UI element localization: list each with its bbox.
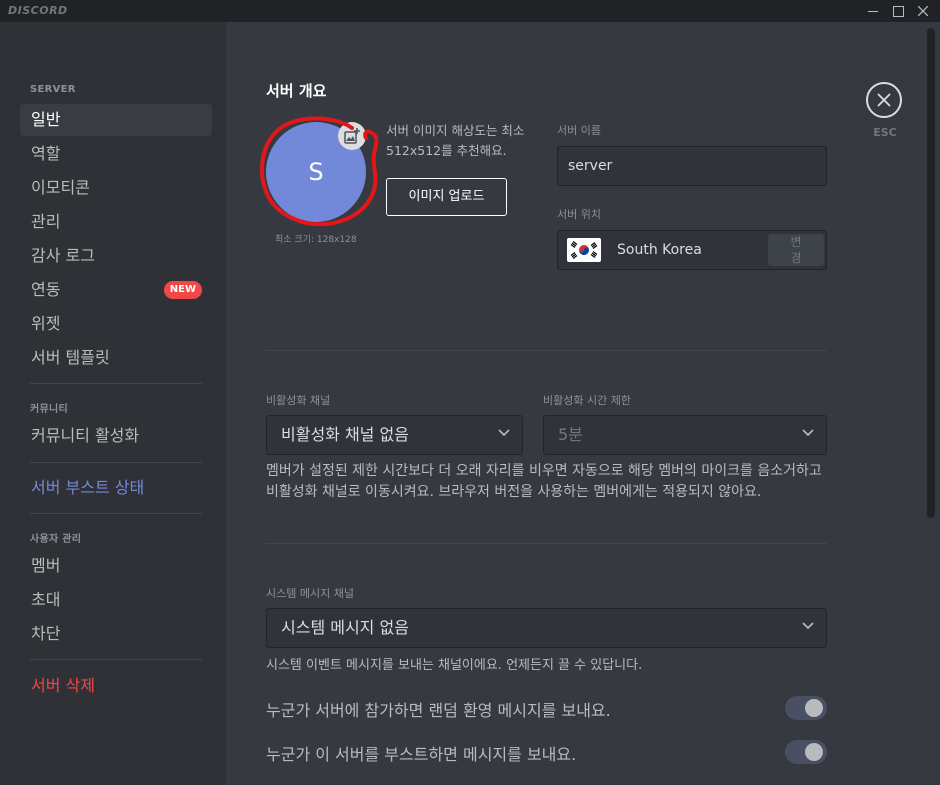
sidebar-item-server-boost-status[interactable]: 서버 부스트 상태 xyxy=(20,472,212,504)
server-region-label: 서버 위치 xyxy=(557,208,601,221)
sidebar-item-emoji[interactable]: 이모티콘 xyxy=(20,172,212,204)
sidebar-divider xyxy=(30,462,202,463)
sidebar-item-label: 일반 xyxy=(31,110,61,129)
upload-image-button[interactable]: 이미지 업로드 xyxy=(386,178,507,216)
server-name-label: 서버 이름 xyxy=(557,124,601,137)
sidebar-item-widget[interactable]: 위젯 xyxy=(20,308,212,340)
close-icon xyxy=(918,6,928,16)
settings-sidebar: SERVER 일반 역할 이모티콘 관리 감사 로그 연동 NEW 위젯 서버 … xyxy=(0,22,226,785)
sidebar-item-label: 감사 로그 xyxy=(31,246,95,265)
red-circle-annotation xyxy=(260,116,379,227)
region-name: South Korea xyxy=(617,242,702,258)
change-region-button[interactable]: 변경 xyxy=(768,234,824,266)
title-bar: DISCORD xyxy=(0,0,940,22)
afk-timeout-label: 비활성화 시간 제한 xyxy=(543,394,631,407)
chevron-down-icon xyxy=(802,429,814,437)
sidebar-item-label: 서버 삭제 xyxy=(31,676,95,695)
minimize-button[interactable] xyxy=(862,0,884,22)
chevron-down-icon xyxy=(498,429,510,437)
sidebar-divider xyxy=(30,383,202,384)
server-name-input[interactable]: server xyxy=(557,146,827,186)
south-korea-flag-icon xyxy=(567,238,601,262)
section-divider xyxy=(266,350,827,351)
toggle-knob xyxy=(805,743,823,761)
afk-timeout-select[interactable]: 5분 xyxy=(543,415,827,455)
afk-channel-value: 비활성화 채널 없음 xyxy=(281,425,409,444)
sidebar-item-roles[interactable]: 역할 xyxy=(20,138,212,170)
sidebar-item-label: 차단 xyxy=(31,624,61,643)
sidebar-item-delete-server[interactable]: 서버 삭제 xyxy=(20,670,212,702)
afk-channel-label: 비활성화 채널 xyxy=(266,394,331,407)
welcome-message-toggle[interactable] xyxy=(785,696,827,720)
maximize-button[interactable] xyxy=(887,0,909,22)
sidebar-header-user-management: 사용자 관리 xyxy=(30,534,82,545)
sidebar-item-label: 역할 xyxy=(31,144,61,163)
boost-message-toggle-label: 누군가 이 서버를 부스트하면 메시지를 보내요. xyxy=(266,745,577,764)
esc-label: ESC xyxy=(873,126,897,139)
system-channel-select[interactable]: 시스템 메시지 없음 xyxy=(266,608,827,648)
sidebar-item-label: 서버 템플릿 xyxy=(31,348,110,367)
sidebar-item-label: 연동 xyxy=(31,280,61,299)
sidebar-item-label: 멤버 xyxy=(31,556,61,575)
system-channel-description: 시스템 이벤트 메시지를 보내는 채널이에요. 언제든지 끌 수 있답니다. xyxy=(266,658,643,673)
sidebar-item-invites[interactable]: 초대 xyxy=(20,584,212,616)
sidebar-header-community: 커뮤니티 xyxy=(30,404,68,415)
sidebar-item-label: 서버 부스트 상태 xyxy=(31,478,145,497)
sidebar-item-label: 커뮤니티 활성화 xyxy=(31,426,140,445)
image-hint: 서버 이미지 해상도는 최소 512x512를 추천해요. xyxy=(386,123,525,158)
sidebar-item-general[interactable]: 일반 xyxy=(20,104,212,136)
boost-message-toggle[interactable] xyxy=(785,740,827,764)
scrollbar[interactable] xyxy=(925,22,935,785)
sidebar-header-server: SERVER xyxy=(30,84,76,95)
sidebar-item-audit-log[interactable]: 감사 로그 xyxy=(20,240,212,272)
sidebar-item-label: 초대 xyxy=(31,590,61,609)
sidebar-item-bans[interactable]: 차단 xyxy=(20,618,212,650)
chevron-down-icon xyxy=(802,622,814,630)
afk-timeout-value: 5분 xyxy=(558,425,583,444)
new-badge: NEW xyxy=(163,281,202,299)
sidebar-item-label: 관리 xyxy=(31,212,61,231)
sidebar-divider xyxy=(30,659,202,660)
avatar-min-size: 최소 크기: 128x128 xyxy=(275,235,357,245)
toggle-knob xyxy=(805,699,823,717)
welcome-message-toggle-label: 누군가 서버에 참가하면 랜덤 환영 메시지를 보내요. xyxy=(266,701,611,720)
section-title-overview: 서버 개요 xyxy=(266,82,327,100)
sidebar-item-label: 위젯 xyxy=(31,314,61,333)
close-icon xyxy=(877,93,891,107)
sidebar-item-members[interactable]: 멤버 xyxy=(20,550,212,582)
sidebar-divider xyxy=(30,513,202,514)
scrollbar-thumb[interactable] xyxy=(927,28,935,518)
system-channel-label: 시스템 메시지 채널 xyxy=(266,587,354,600)
afk-description: 멤버가 설정된 제한 시간보다 더 오래 자리를 비우면 자동으로 해당 멤버의… xyxy=(266,463,822,500)
system-channel-value: 시스템 메시지 없음 xyxy=(281,618,409,637)
sidebar-item-server-template[interactable]: 서버 템플릿 xyxy=(20,342,212,374)
close-window-button[interactable] xyxy=(912,0,934,22)
sidebar-item-label: 이모티콘 xyxy=(31,178,90,197)
app-brand: DISCORD xyxy=(8,4,68,17)
settings-content: 서버 개요 S 최소 크기: 128x128 서버 이미지 해상도는 최소 51… xyxy=(226,22,940,785)
sidebar-item-moderation[interactable]: 관리 xyxy=(20,206,212,238)
server-region-field: South Korea 변경 xyxy=(557,230,827,270)
afk-channel-select[interactable]: 비활성화 채널 없음 xyxy=(266,415,523,455)
sidebar-item-integrations[interactable]: 연동 NEW xyxy=(20,274,212,306)
close-settings-button[interactable] xyxy=(866,82,902,118)
close-settings[interactable]: ESC xyxy=(866,82,904,142)
sidebar-item-enable-community[interactable]: 커뮤니티 활성화 xyxy=(20,420,212,452)
section-divider xyxy=(266,543,827,544)
